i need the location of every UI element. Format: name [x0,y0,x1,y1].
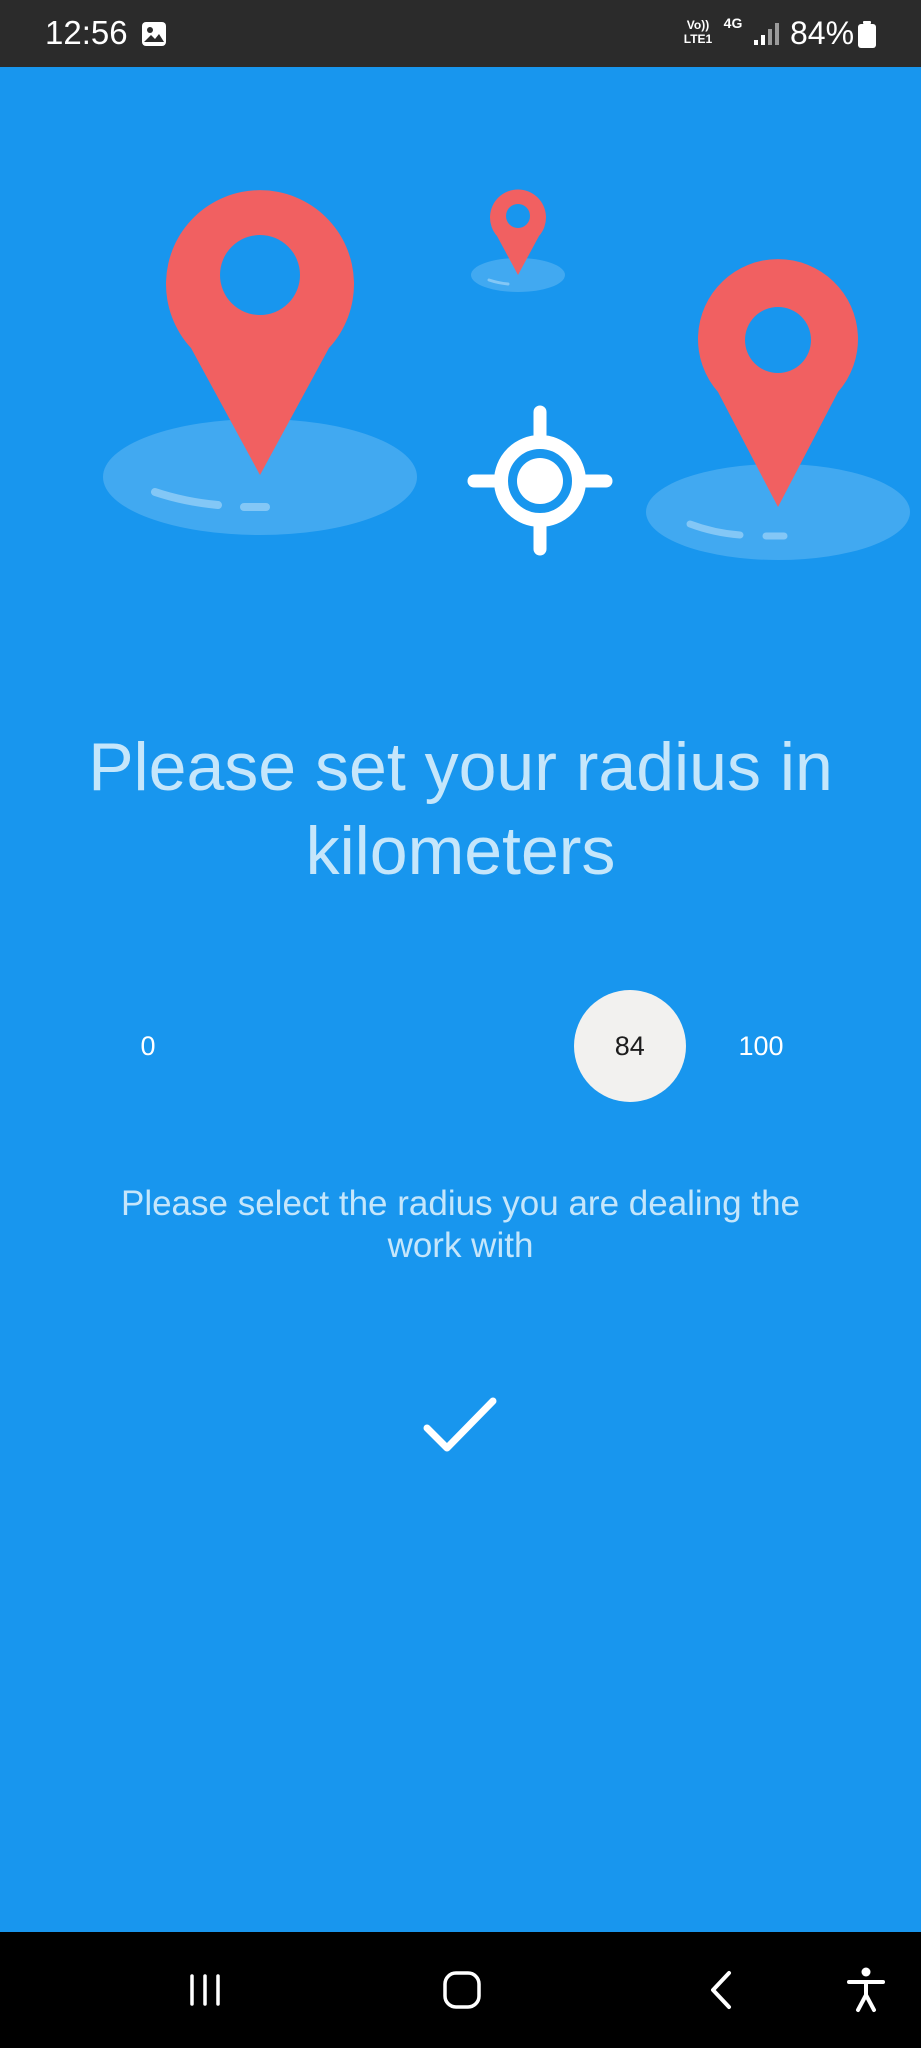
slider-max-label: 100 [738,1031,784,1061]
back-icon [711,1971,731,2009]
status-time: 12:56 [45,14,128,51]
location-pin-icon [471,189,565,292]
slider-track[interactable]: 84 [182,990,715,1102]
location-pin-icon [646,259,910,560]
back-button[interactable] [692,1960,752,2020]
battery-icon [858,21,876,48]
recent-apps-button[interactable] [175,1960,235,2020]
radius-slider[interactable]: 0 84 100 [120,990,801,1102]
checkmark-icon [423,1397,497,1452]
status-network-type: 4G [723,15,743,31]
location-pin-icon [103,190,417,535]
signal-icon [754,23,779,45]
page-title: Please set your radius in kilometers [88,729,833,889]
battery-percent: 84% [790,15,855,51]
slider-thumb[interactable]: 84 [573,990,686,1102]
navigation-bar [0,1932,921,2048]
crosshair-icon [467,405,613,556]
confirm-button[interactable] [410,1385,510,1465]
status-volte: Vo)) LTE1 [683,18,713,46]
home-icon [443,1971,481,2009]
recent-apps-icon [190,1974,220,2006]
status-bar: 12:56 Vo)) LTE1 4G 84% [0,0,921,67]
slider-min-label: 0 [140,1031,156,1061]
hero-illustration [103,189,910,560]
gallery-icon [142,22,166,46]
page-subtitle: Please select the radius you are dealing… [120,1184,801,1265]
home-button[interactable] [432,1960,492,2020]
accessibility-icon [847,1967,885,2012]
accessibility-button[interactable] [836,1960,896,2020]
